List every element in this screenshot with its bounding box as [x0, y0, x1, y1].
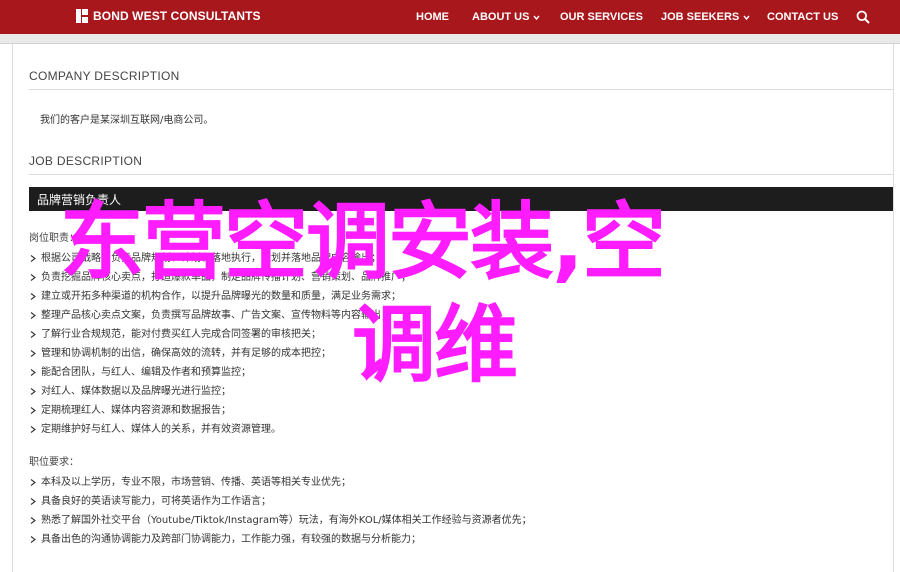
- chevron-right-icon: [30, 274, 36, 281]
- list-item: 熟悉了解国外社交平台（Youtube/Tiktok/Instagram等）玩法，…: [29, 511, 532, 530]
- company-description-heading: COMPANY DESCRIPTION: [29, 69, 180, 83]
- list-item: 具备良好的英语读写能力，可将英语作为工作语言；: [29, 492, 532, 511]
- chevron-right-icon: [30, 369, 36, 376]
- list-item: 定期维护好与红人、媒体人的关系，并有效资源管理。: [29, 420, 411, 439]
- divider: [29, 89, 893, 90]
- nav-our-services-label: OUR SERVICES: [560, 11, 643, 23]
- nav-contact-us-label: CONTACT US: [767, 11, 839, 23]
- duty-text: 整理产品核心卖点文案，负责撰写品牌故事、广告文案、宣传物料等内容输出；: [41, 310, 391, 321]
- nav-about-us[interactable]: ABOUT US: [472, 11, 540, 23]
- chevron-right-icon: [30, 312, 36, 319]
- list-item: 对红人、媒体数据以及品牌曝光进行监控；: [29, 382, 411, 401]
- list-item: 建立或开拓多种渠道的机构合作，以提升品牌曝光的数量和质量，满足业务需求；: [29, 287, 411, 306]
- nav-contact-us[interactable]: CONTACT US: [767, 11, 838, 23]
- chevron-right-icon: [30, 479, 36, 486]
- list-item: 本科及以上学历，专业不限，市场营销、传播、英语等相关专业优先；: [29, 473, 532, 492]
- duty-text: 定期梳理红人、媒体内容资源和数据报告；: [41, 405, 231, 416]
- duty-text: 建立或开拓多种渠道的机构合作，以提升品牌曝光的数量和质量，满足业务需求；: [41, 291, 401, 302]
- duties-label: 岗位职责：: [29, 233, 79, 244]
- requirement-text: 本科及以上学历，专业不限，市场营销、传播、英语等相关专业优先；: [41, 477, 351, 488]
- duty-text: 定期维护好与红人、媒体人的关系，并有效资源管理。: [41, 424, 281, 435]
- chevron-right-icon: [30, 498, 36, 505]
- nav-home-label: HOME: [416, 11, 449, 23]
- duty-text: 了解行业合规规范，能对付费买红人完成合同签署的审核把关；: [41, 329, 321, 340]
- nav-about-us-label: ABOUT US: [472, 11, 530, 23]
- duty-text: 根据公司战略，负责品牌规划、计划和落地执行，策划并落地品牌内容输出；: [41, 253, 381, 264]
- divider: [29, 174, 893, 175]
- nav-our-services[interactable]: OUR SERVICES: [560, 11, 643, 23]
- company-description-text: 我们的客户是某深圳互联网/电商公司。: [40, 115, 214, 126]
- list-item: 整理产品核心卖点文案，负责撰写品牌故事、广告文案、宣传物料等内容输出；: [29, 306, 411, 325]
- list-item: 能配合团队，与红人、编辑及作者和预算监控；: [29, 363, 411, 382]
- search-button[interactable]: [856, 10, 870, 24]
- job-description-heading: JOB DESCRIPTION: [29, 154, 143, 168]
- chevron-right-icon: [30, 293, 36, 300]
- chevron-right-icon: [30, 407, 36, 414]
- chevron-down-icon: [533, 15, 540, 20]
- list-item: 定期梳理红人、媒体内容资源和数据报告；: [29, 401, 411, 420]
- nav-home[interactable]: HOME: [416, 11, 449, 23]
- job-title-bar: 品牌营销负责人: [29, 187, 893, 211]
- requirement-text: 具备出色的沟通协调能力及跨部门协调能力，工作能力强，有较强的数据与分析能力；: [41, 534, 421, 545]
- chevron-right-icon: [30, 255, 36, 262]
- search-icon: [856, 10, 870, 24]
- nav-job-seekers[interactable]: JOB SEEKERS: [661, 11, 750, 23]
- list-item: 具备出色的沟通协调能力及跨部门协调能力，工作能力强，有较强的数据与分析能力；: [29, 530, 532, 549]
- list-item: 根据公司战略，负责品牌规划、计划和落地执行，策划并落地品牌内容输出；: [29, 249, 411, 268]
- requirement-text: 具备良好的英语读写能力，可将英语作为工作语言；: [41, 496, 271, 507]
- list-item: 管理和协调机制的出信，确保高效的流转，并有足够的成本把控；: [29, 344, 411, 363]
- list-item: 负责挖掘品牌核心卖点，打造爆款单品，制定品牌传播计划、营销策划、品牌推广；: [29, 268, 411, 287]
- chevron-right-icon: [30, 517, 36, 524]
- list-item: 了解行业合规规范，能对付费买红人完成合同签署的审核把关；: [29, 325, 411, 344]
- requirements-list: 本科及以上学历，专业不限，市场营销、传播、英语等相关专业优先； 具备良好的英语读…: [29, 473, 532, 549]
- duty-text: 管理和协调机制的出信，确保高效的流转，并有足够的成本把控；: [41, 348, 331, 359]
- nav-job-seekers-label: JOB SEEKERS: [661, 11, 740, 23]
- job-title: 品牌营销负责人: [37, 193, 122, 207]
- chevron-down-icon: [743, 15, 750, 20]
- chevron-right-icon: [30, 388, 36, 395]
- top-navbar: BOND WEST CONSULTANTS HOME ABOUT US OUR …: [0, 0, 900, 34]
- nav-substrip: [0, 34, 900, 44]
- requirements-label: 职位要求：: [29, 457, 79, 468]
- main-nav: HOME ABOUT US OUR SERVICES JOB SEEKERS C…: [0, 0, 900, 34]
- chevron-right-icon: [30, 331, 36, 338]
- duty-text: 负责挖掘品牌核心卖点，打造爆款单品，制定品牌传播计划、营销策划、品牌推广；: [41, 272, 411, 283]
- duties-list: 根据公司战略，负责品牌规划、计划和落地执行，策划并落地品牌内容输出； 负责挖掘品…: [29, 249, 411, 439]
- chevron-right-icon: [30, 426, 36, 433]
- chevron-right-icon: [30, 536, 36, 543]
- chevron-right-icon: [30, 350, 36, 357]
- duty-text: 对红人、媒体数据以及品牌曝光进行监控；: [41, 386, 231, 397]
- duty-text: 能配合团队，与红人、编辑及作者和预算监控；: [41, 367, 251, 378]
- requirement-text: 熟悉了解国外社交平台（Youtube/Tiktok/Instagram等）玩法，…: [41, 515, 532, 526]
